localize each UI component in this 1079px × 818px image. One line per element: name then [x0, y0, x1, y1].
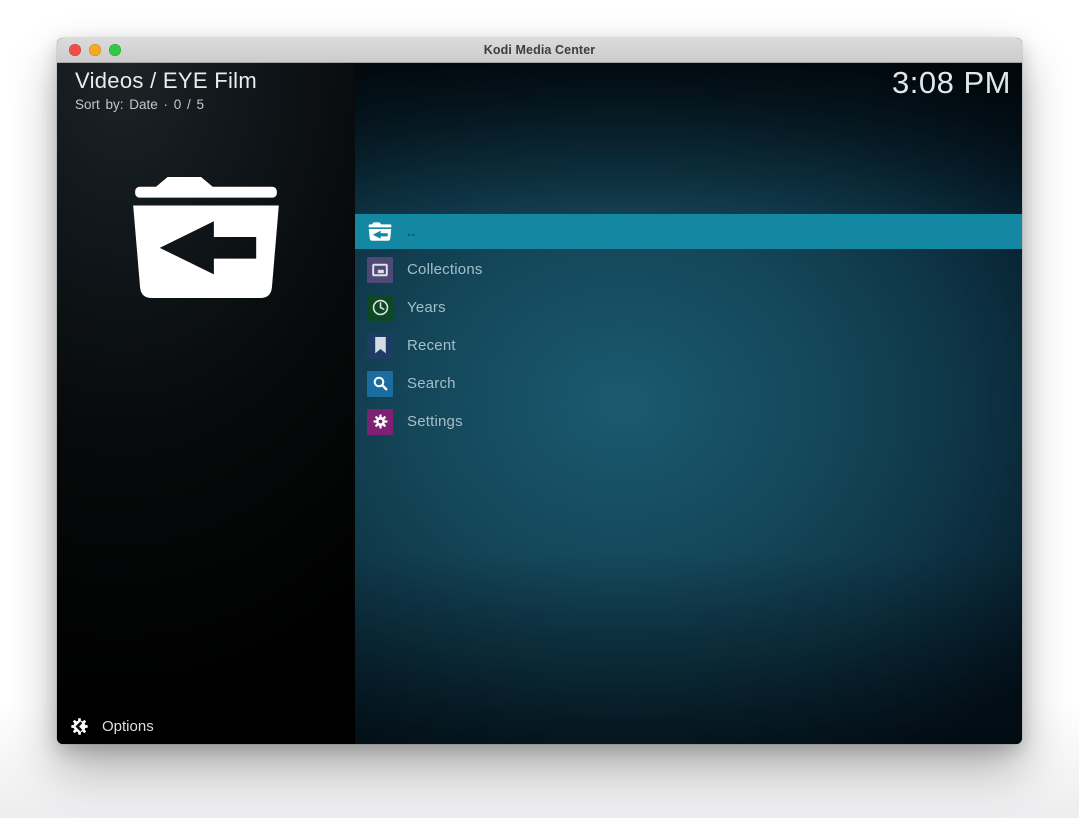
minimize-window-button[interactable]	[89, 44, 101, 56]
options-gear-icon	[70, 717, 89, 736]
options-button[interactable]: Options	[70, 717, 154, 736]
menu-list: .. Collections Years Recent Search Settings	[355, 214, 1022, 442]
bookmark-icon	[367, 333, 393, 359]
main-panel: 3:08 PM .. Collections Years Recent Search Se…	[355, 63, 1022, 744]
breadcrumb: Videos / EYE Film	[75, 68, 341, 94]
sidebar: Videos / EYE Film Sort by: Date · 0 / 5	[57, 63, 355, 744]
window-content: Videos / EYE Film Sort by: Date · 0 / 5	[57, 63, 1022, 744]
list-item-recent[interactable]: Recent	[355, 328, 1022, 363]
list-item-label: Search	[407, 375, 456, 392]
list-item-settings[interactable]: Settings	[355, 404, 1022, 439]
clock: 3:08 PM	[892, 65, 1011, 101]
folder-back-icon	[127, 175, 285, 299]
collections-icon	[367, 257, 393, 283]
sidebar-header: Videos / EYE Film Sort by: Date · 0 / 5	[57, 63, 355, 112]
close-window-button[interactable]	[69, 44, 81, 56]
list-item-label: Settings	[407, 413, 463, 430]
list-item-label: Recent	[407, 337, 456, 354]
window-title: Kodi Media Center	[57, 38, 1022, 62]
options-label: Options	[102, 718, 154, 735]
sort-status: Sort by: Date · 0 / 5	[75, 97, 341, 112]
list-item-label: Collections	[407, 261, 483, 278]
window-titlebar[interactable]: Kodi Media Center	[57, 38, 1022, 63]
clock-icon	[367, 295, 393, 321]
list-item-label: ..	[407, 223, 416, 240]
folder-back-icon	[367, 219, 393, 245]
desktop-background: Kodi Media Center Videos / EYE Film Sort…	[0, 0, 1079, 818]
list-item-label: Years	[407, 299, 446, 316]
list-item-years[interactable]: Years	[355, 290, 1022, 325]
gear-icon	[367, 409, 393, 435]
list-item-parent-folder[interactable]: ..	[355, 214, 1022, 249]
search-icon	[367, 371, 393, 397]
list-item-search[interactable]: Search	[355, 366, 1022, 401]
list-item-collections[interactable]: Collections	[355, 252, 1022, 287]
traffic-lights	[69, 38, 121, 62]
zoom-window-button[interactable]	[109, 44, 121, 56]
kodi-window: Kodi Media Center Videos / EYE Film Sort…	[57, 38, 1022, 744]
